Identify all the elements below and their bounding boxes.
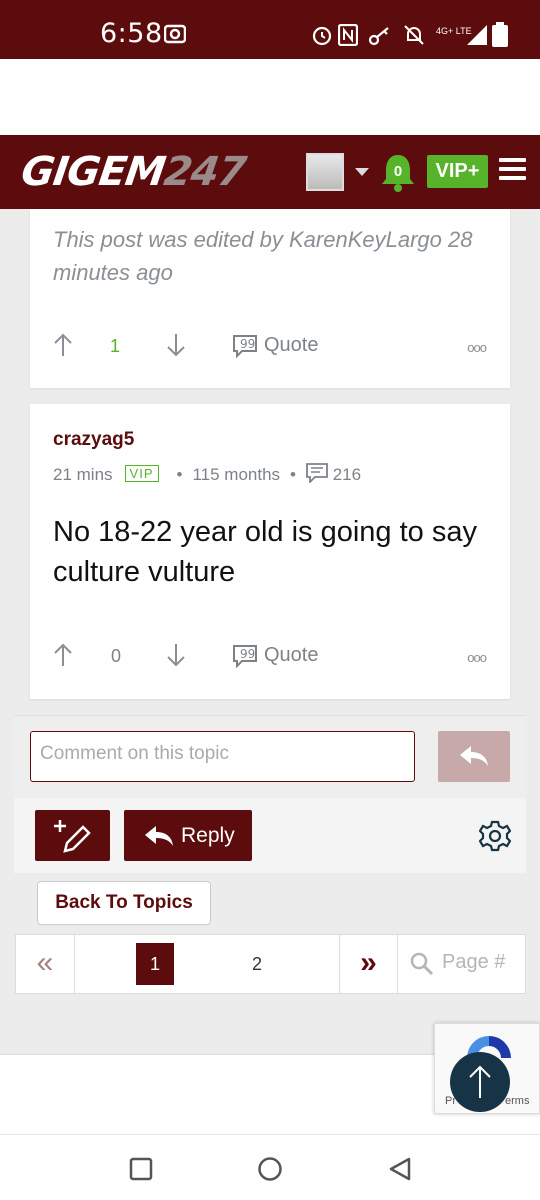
back-icon[interactable] [387, 1156, 413, 1182]
reply-arrow-icon [145, 826, 173, 846]
page-button[interactable]: 2 [238, 943, 276, 985]
quote-icon: 99 [233, 645, 257, 668]
notification-count: 0 [393, 163, 403, 180]
menu-icon[interactable] [499, 158, 526, 182]
terms-link[interactable]: erms [505, 1095, 529, 1107]
first-page-button[interactable]: « [16, 935, 75, 993]
post-count: 216 [332, 465, 362, 484]
avatar[interactable] [306, 153, 344, 191]
vip-badge: VIP [124, 465, 159, 482]
chevron-down-icon[interactable] [355, 168, 369, 176]
svg-text:99: 99 [240, 647, 255, 661]
edit-plus-icon [54, 820, 91, 853]
status-bar: 6:58 4G+ LTE [0, 0, 540, 59]
more-options-icon[interactable]: ooo [467, 650, 487, 665]
key-icon [368, 27, 389, 46]
gear-icon[interactable] [479, 820, 511, 852]
page-button-current[interactable]: 1 [136, 943, 174, 985]
svg-text:99: 99 [240, 337, 255, 351]
signal-icon [467, 25, 487, 45]
battery-icon [492, 22, 508, 47]
scroll-to-top-button[interactable] [450, 1052, 510, 1112]
logo-text: GIGEM [18, 149, 168, 195]
posts-icon [306, 463, 328, 485]
reply-button[interactable]: Reply [124, 810, 252, 861]
screen-record-icon [164, 24, 186, 44]
post-meta: 21 mins VIP • 115 months • 216 [53, 463, 362, 485]
more-options-icon[interactable]: ooo [467, 340, 487, 355]
arrow-up-icon [469, 1065, 491, 1098]
vip-button[interactable]: VIP+ [427, 155, 488, 188]
vote-count: 1 [110, 336, 121, 356]
post-card: This post was edited by KarenKeyLargo 28… [30, 209, 510, 388]
post-actions: 0 99 Quote ooo [30, 642, 510, 672]
clock: 6:58 [100, 18, 163, 49]
upvote-icon[interactable] [52, 642, 74, 668]
search-icon [410, 952, 434, 976]
member-tenure: 115 months [192, 465, 281, 484]
recents-icon[interactable] [129, 1157, 153, 1181]
site-logo[interactable]: GIGEM247 [18, 149, 248, 195]
reply-arrow-icon [460, 746, 488, 766]
back-to-topics-button[interactable]: Back To Topics [37, 881, 211, 925]
quote-icon: 99 [233, 335, 257, 358]
nfc-icon [338, 24, 358, 46]
post-time: 21 mins [53, 465, 113, 484]
post-card: crazyag5 21 mins VIP • 115 months • 216 No 1… [30, 404, 510, 699]
upvote-icon[interactable] [52, 332, 74, 358]
last-page-button[interactable]: » [339, 935, 398, 993]
downvote-icon[interactable] [165, 332, 187, 358]
downvote-icon[interactable] [165, 642, 187, 668]
send-comment-button[interactable] [438, 731, 510, 782]
edited-note: This post was edited by KarenKeyLargo 28… [53, 227, 473, 285]
mute-icon [404, 25, 424, 45]
post-actions: 1 99 Quote ooo [30, 332, 510, 362]
new-post-button[interactable] [35, 810, 110, 861]
post-body: No 18-22 year old is going to say cultur… [53, 516, 477, 588]
vote-count: 0 [111, 646, 122, 666]
pagination: « 1 2 » Page # [15, 934, 526, 994]
home-icon[interactable] [257, 1156, 283, 1182]
alarm-icon [312, 26, 332, 46]
comment-bar: Comment on this topic [14, 715, 526, 798]
comment-input[interactable]: Comment on this topic [30, 731, 415, 782]
thread-toolbar: Reply [14, 798, 526, 873]
system-nav-bar [0, 1134, 540, 1200]
logo-number: 247 [161, 149, 249, 195]
browser-spacer [0, 59, 540, 135]
page-number-input[interactable]: Page # [442, 951, 505, 974]
post-author[interactable]: crazyag5 [53, 429, 134, 451]
